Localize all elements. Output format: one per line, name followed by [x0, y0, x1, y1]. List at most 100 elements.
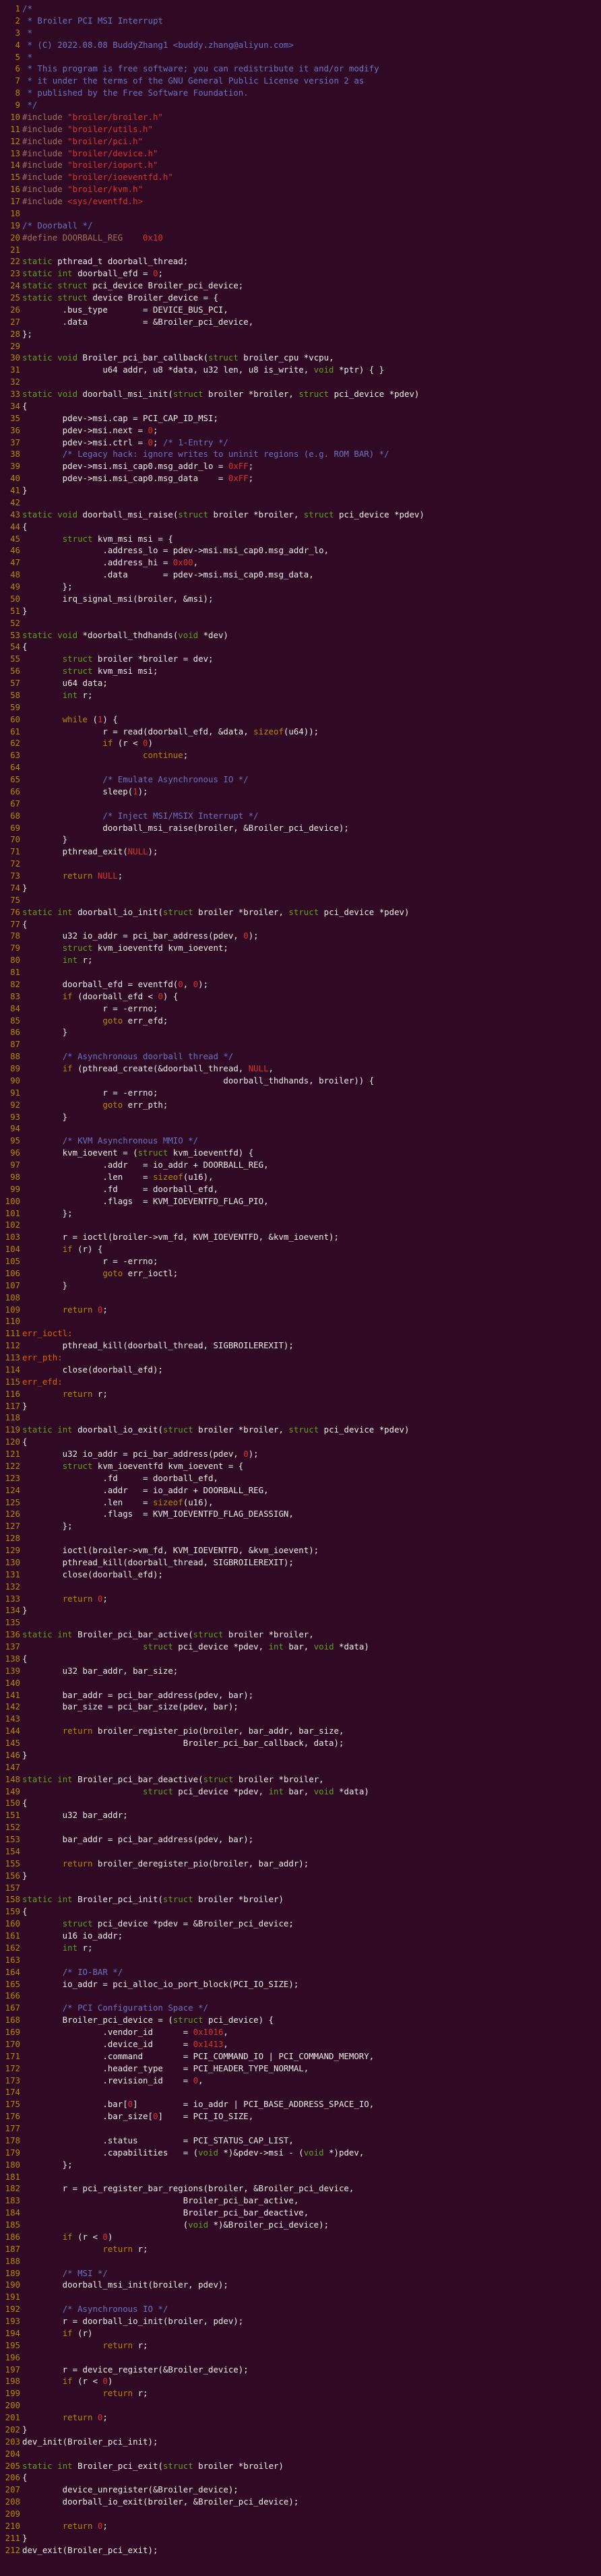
code-line[interactable]: 83 if (doorball_efd < 0) { — [0, 991, 424, 1003]
code-line[interactable]: 113 err_pth: — [0, 1352, 424, 1364]
code-line[interactable]: 143 — [0, 1713, 424, 1725]
code-line[interactable]: 127 }; — [0, 1520, 424, 1532]
code-line[interactable]: 106 goto err_ioctl; — [0, 1267, 424, 1280]
code-line[interactable]: 170 .device_id = 0x1413, — [0, 2038, 424, 2050]
code-line[interactable]: 92 goto err_pth; — [0, 1099, 424, 1111]
code-line[interactable]: 47 .address_hi = 0x00, — [0, 557, 424, 569]
code-line[interactable]: 108 — [0, 1292, 424, 1304]
code-line[interactable]: 42 — [0, 497, 424, 509]
code-line[interactable]: 38 /* Legacy hack: ignore writes to unin… — [0, 448, 424, 460]
code-line[interactable]: 32 — [0, 376, 424, 388]
code-line[interactable]: 188 — [0, 2255, 424, 2267]
code-line[interactable]: 12 #include "broiler/pci.h" — [0, 135, 424, 148]
code-line[interactable]: 181 — [0, 2171, 424, 2183]
code-line[interactable]: 68 /* Inject MSI/MSIX Interrupt */ — [0, 810, 424, 822]
code-line[interactable]: 168 Broiler_pci_device = (struct pci_dev… — [0, 2014, 424, 2026]
code-line[interactable]: 89 if (pthread_create(&doorball_thread, … — [0, 1063, 424, 1075]
code-line[interactable]: 209 — [0, 2508, 424, 2520]
code-line[interactable]: 64 — [0, 761, 424, 774]
code-line[interactable]: 60 while (1) { — [0, 714, 424, 726]
code-line[interactable]: 192 /* Asynchronous IO */ — [0, 2303, 424, 2315]
code-line[interactable]: 152 — [0, 1821, 424, 1833]
code-line[interactable]: 111 err_ioctl: — [0, 1327, 424, 1340]
code-line[interactable]: 59 — [0, 701, 424, 714]
code-line[interactable]: 174 — [0, 2086, 424, 2098]
code-line[interactable]: 132 — [0, 1581, 424, 1593]
code-line[interactable]: 110 — [0, 1315, 424, 1327]
code-line[interactable]: 67 — [0, 798, 424, 810]
code-line[interactable]: 139 u32 bar_addr, bar_size; — [0, 1665, 424, 1677]
code-line[interactable]: 129 ioctl(broiler->vm_fd, KVM_IOEVENTFD,… — [0, 1544, 424, 1557]
code-line[interactable]: 3 * — [0, 27, 424, 39]
code-line[interactable]: 112 pthread_kill(doorball_thread, SIGBRO… — [0, 1340, 424, 1352]
code-line[interactable]: 179 .capabilities = (void *)&pdev->msi -… — [0, 2147, 424, 2159]
code-line[interactable]: 105 r = -errno; — [0, 1255, 424, 1267]
code-line[interactable]: 157 — [0, 1882, 424, 1894]
code-line[interactable]: 26 .bus_type = DEVICE_BUS_PCI, — [0, 304, 424, 316]
code-line[interactable]: 55 struct broiler *broiler = dev; — [0, 653, 424, 665]
code-line[interactable]: 149 struct pci_device *pdev, int bar, vo… — [0, 1786, 424, 1798]
code-line[interactable]: 30 static void Broiler_pci_bar_callback(s… — [0, 352, 424, 364]
code-line[interactable]: 16 #include "broiler/kvm.h" — [0, 183, 424, 195]
code-line[interactable]: 159{ — [0, 1906, 424, 1918]
code-line[interactable]: 57 u64 data; — [0, 677, 424, 689]
code-line[interactable]: 80 int r; — [0, 954, 424, 966]
code-line[interactable]: 195 return r; — [0, 2339, 424, 2352]
code-line[interactable]: 1/* — [0, 3, 424, 15]
code-line[interactable]: 93 } — [0, 1111, 424, 1123]
code-editor[interactable]: 1/* 2 * Broiler PCI MSI Interrupt 3 * 4 * (… — [0, 3, 424, 2556]
code-line[interactable]: 37 pdev->msi.ctrl = 0; /* 1-Entry */ — [0, 437, 424, 449]
code-line[interactable]: 158 static int Broiler_pci_init(struct br… — [0, 1893, 424, 1906]
code-line[interactable]: 178 .status = PCI_STATUS_CAP_LIST, — [0, 2135, 424, 2147]
code-line[interactable]: 65 /* Emulate Asynchronous IO */ — [0, 774, 424, 786]
code-line[interactable]: 15 #include "broiler/ioeventfd.h" — [0, 171, 424, 183]
code-line[interactable]: 103 r = ioctl(broiler->vm_fd, KVM_IOEVEN… — [0, 1231, 424, 1243]
code-line[interactable]: 175 .bar[0] = io_addr | PCI_BASE_ADDRESS… — [0, 2098, 424, 2110]
code-line[interactable]: 153 bar_addr = pci_bar_address(pdev, bar… — [0, 1833, 424, 1846]
code-line[interactable]: 76 static int doorball_io_init(struct bro… — [0, 906, 424, 918]
code-line[interactable]: 145 Broiler_pci_bar_callback, data); — [0, 1737, 424, 1749]
code-line[interactable]: 94 — [0, 1123, 424, 1135]
code-line[interactable]: 84 r = -errno; — [0, 1003, 424, 1015]
code-line[interactable]: 169 .vendor_id = 0x1016, — [0, 2026, 424, 2038]
code-line[interactable]: 130 pthread_kill(doorball_thread, SIGBRO… — [0, 1557, 424, 1569]
code-line[interactable]: 78 u32 io_addr = pci_bar_address(pdev, 0… — [0, 930, 424, 942]
code-line[interactable]: 126 .flags = KVM_IOEVENTFD_FLAG_DEASSIGN… — [0, 1508, 424, 1520]
code-line[interactable]: 196 — [0, 2352, 424, 2364]
code-line[interactable]: 100 .flags = KVM_IOEVENTFD_FLAG_PIO, — [0, 1195, 424, 1207]
code-line[interactable]: 41} — [0, 484, 424, 497]
code-line[interactable]: 63 continue; — [0, 749, 424, 761]
code-line[interactable]: 131 close(doorball_efd); — [0, 1569, 424, 1581]
code-line[interactable]: 208 doorball_io_exit(broiler, &Broiler_p… — [0, 2496, 424, 2508]
code-line[interactable]: 212 dev_exit(Broiler_pci_exit); — [0, 2544, 424, 2556]
code-line[interactable]: 40 pdev->msi.msi_cap0.msg_data = 0xFF; — [0, 472, 424, 484]
code-line[interactable]: 116 return r; — [0, 1388, 424, 1400]
code-line[interactable]: 171 .command = PCI_COMMAND_IO | PCI_COMM… — [0, 2050, 424, 2063]
code-line[interactable]: 115 err_efd: — [0, 1376, 424, 1388]
code-line[interactable]: 144 return broiler_register_pio(broiler,… — [0, 1725, 424, 1737]
code-line[interactable]: 207 device_unregister(&Broiler_device); — [0, 2484, 424, 2496]
code-line[interactable]: 177 — [0, 2123, 424, 2135]
code-line[interactable]: 44{ — [0, 521, 424, 533]
code-line[interactable]: 49 }; — [0, 581, 424, 593]
code-line[interactable]: 25 static struct device Broiler_device = … — [0, 292, 424, 304]
code-line[interactable]: 161 u16 io_addr; — [0, 1930, 424, 1942]
code-line[interactable]: 124 .addr = io_addr + DOORBALL_REG, — [0, 1484, 424, 1497]
code-line[interactable]: 198 if (r < 0) — [0, 2375, 424, 2387]
code-line[interactable]: 24 static struct pci_device Broiler_pci_d… — [0, 280, 424, 292]
code-line[interactable]: 88 /* Asynchronous doorball thread */ — [0, 1050, 424, 1063]
code-line[interactable]: 204 — [0, 2448, 424, 2460]
code-line[interactable]: 99 .fd = doorball_efd, — [0, 1183, 424, 1195]
code-line[interactable]: 85 goto err_efd; — [0, 1015, 424, 1027]
code-line[interactable]: 202} — [0, 2424, 424, 2436]
code-line[interactable]: 29 — [0, 340, 424, 352]
code-line[interactable]: 11 #include "broiler/utils.h" — [0, 123, 424, 135]
code-line[interactable]: 193 r = doorball_io_init(broiler, pdev); — [0, 2315, 424, 2327]
code-line[interactable]: 69 doorball_msi_raise(broiler, &Broiler_… — [0, 822, 424, 834]
code-line[interactable]: 135 — [0, 1616, 424, 1629]
code-line[interactable]: 6 * This program is free software; you c… — [0, 63, 424, 75]
code-line[interactable]: 180 }; — [0, 2159, 424, 2171]
code-line[interactable]: 186 if (r < 0) — [0, 2231, 424, 2243]
code-line[interactable]: 160 struct pci_device *pdev = &Broiler_p… — [0, 1918, 424, 1930]
code-line[interactable]: 136 static int Broiler_pci_bar_active(str… — [0, 1629, 424, 1641]
